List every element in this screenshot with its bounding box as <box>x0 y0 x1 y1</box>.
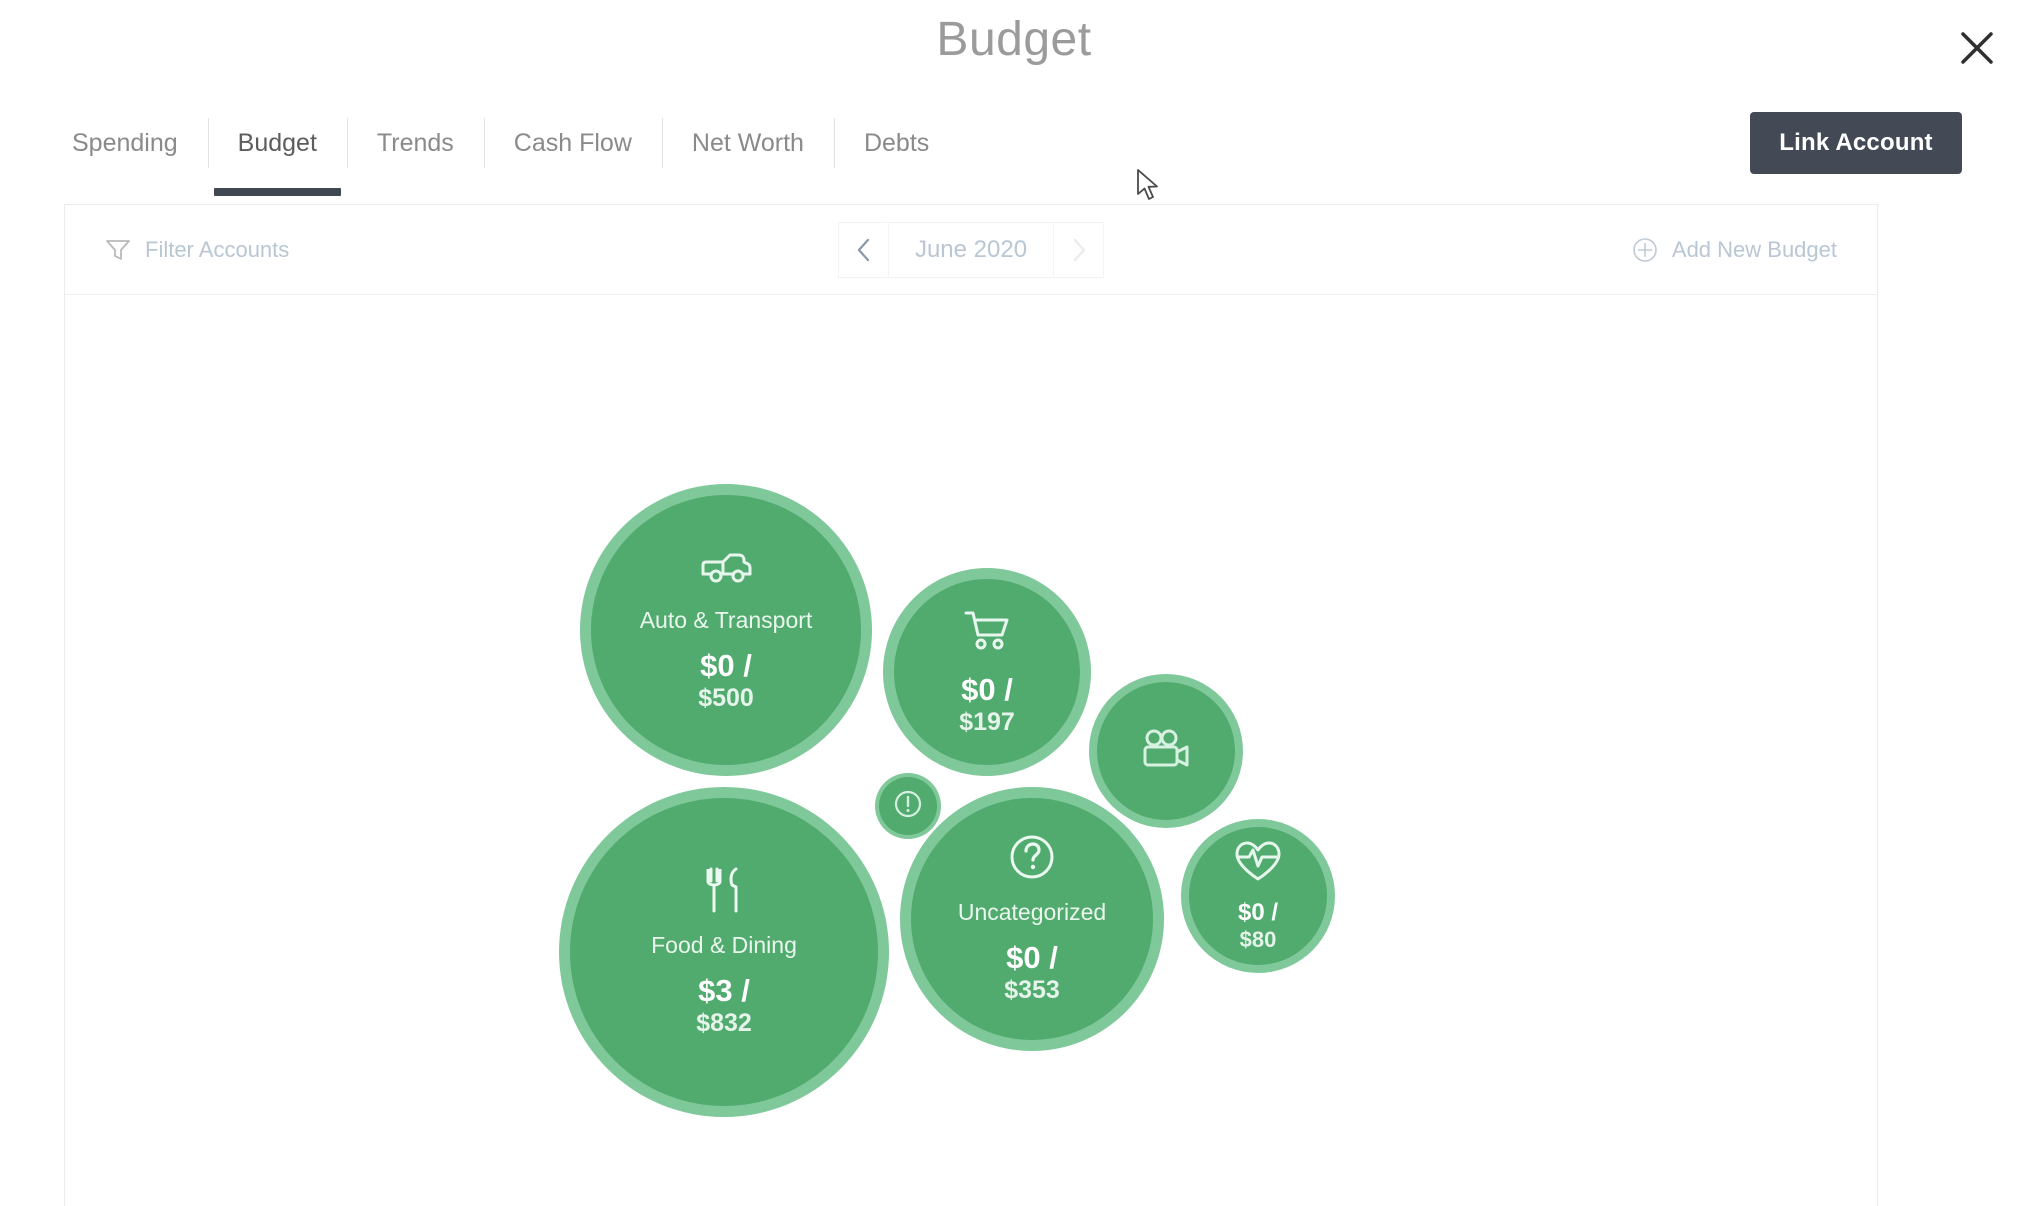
bubble-content: Food & Dining $3 /$832 <box>651 866 797 1037</box>
bubble-spent-amount: $3 / <box>698 973 750 1009</box>
bubble-budget-amount: $500 <box>698 684 754 713</box>
bubble-content: Auto & Transport $0 /$500 <box>639 547 813 713</box>
budget-bubble-health-fitness[interactable]: $0 /$80 <box>1181 819 1335 973</box>
bubble-budget-amount: $80 <box>1239 927 1277 953</box>
utensils-icon <box>703 866 745 919</box>
circle-plus-icon <box>1633 237 1657 262</box>
chevron-right-icon <box>1073 238 1085 261</box>
budget-card: Filter Accounts June 2020 Add New Budget… <box>64 204 1878 1206</box>
bubble-content: $0 /$80 <box>1233 839 1283 952</box>
current-period-label[interactable]: June 2020 <box>887 221 1055 278</box>
close-icon <box>1961 32 1993 64</box>
previous-month-button[interactable] <box>837 221 888 278</box>
bubble-content <box>1140 728 1192 775</box>
bubble-budget-amount: $197 <box>959 707 1015 736</box>
funnel-icon <box>106 239 130 260</box>
bubble-spent-amount: $0 / <box>1006 940 1058 976</box>
next-month-button[interactable] <box>1054 221 1105 278</box>
date-navigation: June 2020 <box>837 221 1105 278</box>
bubble-spent-amount: $0 / <box>700 648 752 684</box>
add-new-budget-label: Add New Budget <box>1671 236 1837 262</box>
bubble-label: Food & Dining <box>651 931 797 958</box>
budget-bubble-chart: Auto & Transport $0 /$500 $0 /$197 Food & D… <box>65 295 1877 1205</box>
bubble-spent-amount: $0 / <box>961 671 1013 707</box>
close-button[interactable] <box>1944 15 2010 81</box>
card-toolbar: Filter Accounts June 2020 Add New Budget <box>65 205 1877 295</box>
budget-modal: Budget Spending Budget Trends Cash Flow Net … <box>0 0 2028 1206</box>
budget-bubble-entertainment[interactable] <box>1089 674 1243 828</box>
bubble-label: Auto & Transport <box>639 606 813 633</box>
page-title: Budget <box>936 13 1092 66</box>
exclamation-circle-icon <box>893 789 923 824</box>
tab-bar: Spending Budget Trends Cash Flow Net Worth De… <box>66 112 1962 200</box>
tab-net-worth[interactable]: Net Worth <box>661 112 834 174</box>
heartbeat-icon <box>1233 839 1283 888</box>
bubble-content <box>893 789 923 824</box>
tab-trends[interactable]: Trends <box>346 112 484 174</box>
budget-bubble-food-dining[interactable]: Food & Dining $3 /$832 <box>559 787 889 1117</box>
filter-accounts-label: Filter Accounts <box>145 236 290 262</box>
bubble-budget-amount: $832 <box>696 1009 752 1038</box>
bubble-budget-amount: $353 <box>1004 976 1060 1005</box>
budget-bubble-shopping[interactable]: $0 /$197 <box>883 568 1091 776</box>
chevron-left-icon <box>857 238 869 261</box>
car-icon <box>699 547 753 594</box>
tabs: Spending Budget Trends Cash Flow Net Worth De… <box>66 112 959 200</box>
budget-bubble-auto-transport[interactable]: Auto & Transport $0 /$500 <box>580 484 872 776</box>
shopping-cart-icon <box>963 608 1011 657</box>
video-camera-icon <box>1140 728 1192 775</box>
bubble-content: $0 /$197 <box>959 608 1015 736</box>
question-circle-icon <box>1008 833 1056 886</box>
bubble-label: Uncategorized <box>957 898 1107 925</box>
budget-bubble-uncategorized[interactable]: Uncategorized $0 /$353 <box>900 787 1164 1051</box>
tab-cash-flow[interactable]: Cash Flow <box>483 112 662 174</box>
tab-debts[interactable]: Debts <box>833 112 959 174</box>
tab-budget[interactable]: Budget <box>207 112 347 196</box>
tab-spending[interactable]: Spending <box>66 112 208 174</box>
link-account-button[interactable]: Link Account <box>1750 112 1962 174</box>
add-new-budget-button[interactable]: Add New Budget <box>1632 237 1837 263</box>
filter-accounts-button[interactable]: Filter Accounts <box>105 237 289 263</box>
bubble-content: Uncategorized $0 /$353 <box>958 833 1106 1004</box>
bubble-spent-amount: $0 / <box>1237 899 1279 926</box>
budget-bubble-alert[interactable] <box>875 773 941 839</box>
